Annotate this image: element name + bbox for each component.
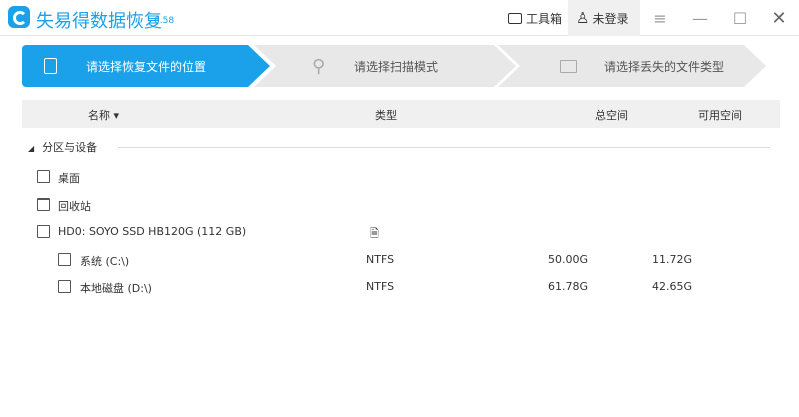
desktop-icon	[37, 170, 50, 183]
menu-icon[interactable]: ≡	[645, 0, 675, 36]
list-item-partition-d[interactable]: 本地磁盘 (D:\) NTFS 61.78G 42.65G	[36, 278, 776, 298]
list-item-desktop[interactable]: 桌面	[36, 168, 776, 188]
drive-icon	[58, 280, 71, 293]
app-version: 6.58	[154, 16, 175, 26]
app-title: 失易得数据恢复	[36, 11, 162, 32]
document-icon	[44, 58, 57, 74]
item-free: 42.65G	[652, 280, 693, 293]
divider	[118, 147, 770, 148]
app-logo-icon	[8, 6, 30, 28]
item-name: 桌面	[58, 172, 80, 185]
login-label: 未登录	[592, 11, 629, 26]
toolbox-label: 工具箱	[526, 11, 563, 26]
step-label: 请选择恢复文件的位置	[86, 59, 207, 74]
list-item-disk[interactable]: HD0: SOYO SSD HB120G (112 GB) 🗎	[36, 223, 776, 243]
trash-icon	[37, 198, 50, 211]
hard-disk-icon	[37, 225, 50, 238]
list-item-partition-c[interactable]: 系统 (C:\) NTFS 50.00G 11.72G	[36, 251, 776, 271]
toolbox-button[interactable]: 工具箱	[508, 0, 562, 36]
item-type: NTFS	[366, 253, 395, 266]
column-total[interactable]: 总空间	[595, 107, 628, 123]
step-scan-mode[interactable]: ⚲ 请选择扫描模式	[254, 45, 516, 87]
step-file-type[interactable]: 请选择丢失的文件类型	[498, 45, 766, 87]
item-name: 回收站	[58, 200, 91, 213]
item-name: HD0: SOYO SSD HB120G (112 GB)	[58, 225, 247, 238]
maximize-button[interactable]: ☐	[725, 0, 755, 36]
column-type[interactable]: 类型	[375, 107, 397, 123]
login-button[interactable]: ♙ 未登录	[568, 0, 641, 36]
title-bar: 失易得数据恢复 6.58 工具箱 ♙ 未登录 ≡ — ☐ ✕	[0, 0, 799, 36]
wizard-steps: 请选择恢复文件的位置 ⚲ 请选择扫描模式 请选择丢失的文件类型	[22, 45, 772, 87]
list-item-recycle-bin[interactable]: 回收站	[36, 196, 776, 216]
system-drive-icon	[58, 253, 71, 266]
step-label: 请选择扫描模式	[354, 59, 439, 74]
collapse-icon: ◢	[28, 144, 35, 153]
item-free: 11.72G	[652, 253, 693, 266]
step-location[interactable]: 请选择恢复文件的位置	[22, 45, 270, 87]
section-toggle[interactable]: ◢ 分区与设备	[28, 139, 97, 155]
monitor-icon	[560, 59, 577, 73]
close-button[interactable]: ✕	[764, 0, 794, 36]
item-type: NTFS	[366, 280, 395, 293]
toolbox-icon	[508, 12, 522, 24]
item-total: 61.78G	[548, 280, 589, 293]
search-icon: ⚲	[312, 55, 326, 77]
user-icon: ♙	[576, 9, 590, 27]
item-name: 本地磁盘 (D:\)	[80, 282, 152, 295]
minimize-button[interactable]: —	[685, 0, 715, 36]
section-title: 分区与设备	[42, 141, 98, 154]
step-label: 请选择丢失的文件类型	[604, 59, 725, 74]
item-name: 系统 (C:\)	[80, 255, 130, 268]
disk-info-icon[interactable]: 🗎	[370, 225, 379, 244]
column-free[interactable]: 可用空间	[698, 107, 742, 123]
column-name[interactable]: 名称 ▾	[88, 107, 119, 123]
item-total: 50.00G	[548, 253, 589, 266]
table-header: 名称 ▾ 类型 总空间 可用空间	[22, 100, 780, 128]
